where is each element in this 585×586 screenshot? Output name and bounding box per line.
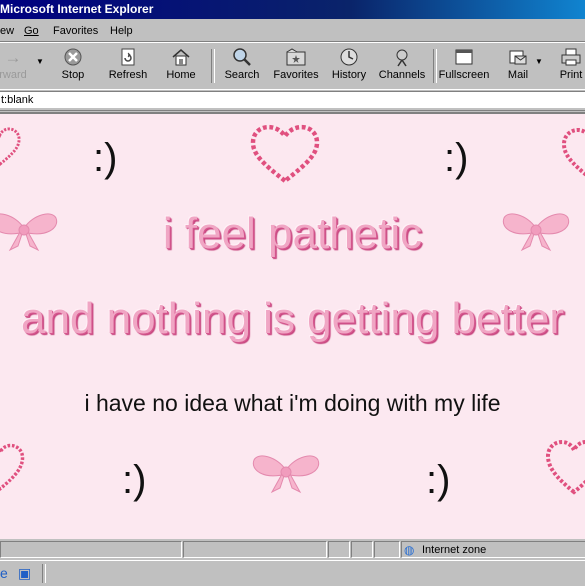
address-input[interactable]: t:blank — [0, 91, 585, 108]
menu-go[interactable]: Go — [24, 21, 39, 41]
stop-icon — [61, 47, 85, 69]
page-content: :) :) i feel pathetic and nothing is get… — [0, 112, 585, 539]
status-text-pane — [0, 541, 182, 558]
headline-line-1: i feel pathetic — [162, 209, 423, 258]
mail-button[interactable]: Mail — [503, 47, 533, 87]
status-progress-pane — [183, 541, 327, 558]
menu-favorites[interactable]: Favorites — [53, 21, 98, 41]
menu-help[interactable]: Help — [110, 21, 133, 41]
glitter-heart-icon — [250, 124, 320, 184]
search-button[interactable]: Search — [222, 47, 262, 87]
glitter-heart-icon — [0, 127, 21, 167]
ie-quicklaunch-icon[interactable]: e — [0, 565, 8, 581]
smiley-text: :) — [444, 136, 469, 180]
forward-dropdown-icon[interactable]: ▼ — [36, 57, 44, 66]
taskbar: e ▣ — [0, 560, 585, 586]
subtitle-text: i have no idea what i'm doing with my li… — [84, 390, 501, 416]
history-button[interactable]: History — [330, 47, 368, 87]
channels-button[interactable]: Channels — [378, 47, 426, 87]
home-button[interactable]: Home — [163, 47, 199, 87]
zone-pane: ◍ Internet zone — [401, 541, 585, 558]
zone-label: Internet zone — [422, 544, 487, 556]
desktop-quicklaunch-icon[interactable]: ▣ — [18, 565, 31, 582]
pink-bow-icon — [502, 213, 570, 252]
title-bar[interactable]: Microsoft Internet Explorer — [0, 0, 585, 19]
smiley-text: :) — [426, 458, 451, 502]
favorites-icon — [284, 47, 308, 69]
status-pane — [351, 541, 373, 558]
mail-dropdown-icon[interactable]: ▼ — [535, 57, 543, 66]
home-icon — [169, 47, 193, 69]
menu-bar: ew Go Favorites Help — [0, 21, 585, 42]
taskbar-separator — [42, 564, 46, 583]
history-icon — [337, 47, 361, 69]
window-title: Microsoft Internet Explorer — [0, 2, 154, 16]
internet-zone-icon: ◍ — [404, 543, 415, 557]
address-bar: t:blank — [0, 89, 585, 111]
glitter-heart-icon — [0, 443, 25, 492]
forward-arrow-icon: → — [4, 48, 22, 67]
fullscreen-icon — [452, 47, 476, 69]
glitter-heart-icon — [545, 439, 585, 495]
refresh-button[interactable]: Refresh — [106, 47, 150, 87]
smiley-text: :) — [122, 458, 147, 502]
stop-button[interactable]: Stop — [56, 47, 90, 87]
status-pane — [374, 541, 400, 558]
glitter-heart-icon — [561, 127, 585, 177]
print-icon — [559, 47, 583, 69]
search-icon — [230, 47, 254, 69]
smiley-text: :) — [93, 136, 118, 180]
favorites-button[interactable]: Favorites — [273, 47, 319, 87]
headline-line-2: and nothing is getting better — [20, 294, 565, 343]
menu-view[interactable]: ew — [0, 21, 14, 41]
refresh-icon — [116, 47, 140, 69]
forward-button[interactable]: → rward — [0, 47, 30, 87]
status-pane — [328, 541, 350, 558]
toolbar-separator — [211, 49, 215, 83]
pink-bow-icon — [252, 455, 320, 494]
toolbar: → rward ▼ Stop Refresh Home Search Favor… — [0, 42, 585, 90]
fullscreen-button[interactable]: Fullscreen — [438, 47, 490, 87]
channels-icon — [390, 47, 414, 69]
mail-icon — [506, 47, 530, 69]
status-bar: ◍ Internet zone — [0, 540, 585, 558]
toolbar-separator — [433, 49, 437, 83]
print-button[interactable]: Print — [556, 47, 585, 87]
